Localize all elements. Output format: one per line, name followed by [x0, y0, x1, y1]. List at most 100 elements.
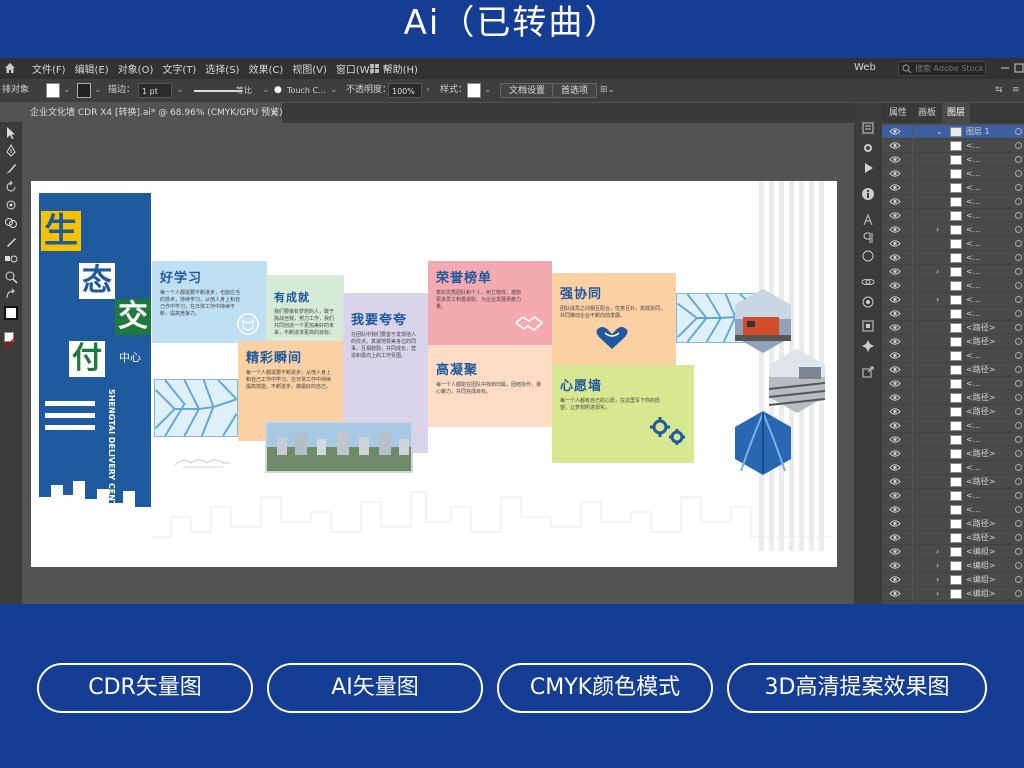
target-circle-icon[interactable] [1015, 478, 1022, 485]
visibility-eye-icon[interactable] [889, 155, 901, 164]
visibility-eye-icon[interactable] [889, 547, 901, 556]
lock-column[interactable] [912, 349, 913, 363]
visibility-eye-icon[interactable] [889, 169, 901, 178]
lock-column[interactable] [912, 419, 913, 433]
lock-column[interactable] [912, 573, 913, 587]
chevron-down-icon[interactable]: ⌄ [63, 83, 71, 98]
lock-column[interactable] [912, 181, 913, 195]
expand-arrow-icon[interactable]: › [936, 573, 939, 587]
layer-row[interactable]: <... [882, 167, 1024, 181]
brush-name[interactable]: Touch C... [287, 83, 326, 98]
layer-row[interactable]: <... [882, 349, 1024, 363]
target-circle-icon[interactable] [1015, 254, 1022, 261]
layer-row[interactable]: › <... [882, 223, 1024, 237]
chevron-down-icon[interactable]: ⌄ [94, 83, 102, 98]
visibility-eye-icon[interactable] [889, 505, 901, 514]
chevron-down-icon[interactable]: ⌄ [484, 83, 492, 98]
lock-column[interactable] [912, 433, 913, 447]
workspace-name[interactable]: Web [854, 62, 876, 73]
lock-column[interactable] [912, 265, 913, 279]
visibility-eye-icon[interactable] [889, 561, 901, 570]
home-icon[interactable] [4, 62, 16, 74]
layer-row[interactable]: <... [882, 461, 1024, 475]
visibility-eye-icon[interactable] [889, 463, 901, 472]
layer-row[interactable]: <路径> [882, 475, 1024, 489]
export-icon[interactable] [861, 365, 875, 379]
transform-icon[interactable] [861, 319, 875, 333]
settings-icon[interactable] [861, 141, 875, 155]
layer-row[interactable]: <路径> [882, 531, 1024, 545]
target-circle-icon[interactable] [1015, 268, 1022, 275]
tab-layers[interactable]: 图层 [942, 103, 971, 123]
visibility-eye-icon[interactable] [889, 589, 901, 598]
workspace-switcher-icon[interactable] [368, 61, 394, 76]
layer-row[interactable]: <... [882, 307, 1024, 321]
visibility-eye-icon[interactable] [889, 295, 901, 304]
warp-tool-icon[interactable] [4, 198, 18, 212]
target-circle-icon[interactable] [1015, 338, 1022, 345]
visibility-eye-icon[interactable] [889, 267, 901, 276]
layer-row[interactable]: <路径> [882, 363, 1024, 377]
tab-artboards[interactable]: 画板 [913, 103, 941, 123]
pen-tool-icon[interactable] [4, 144, 18, 158]
target-circle-icon[interactable] [1015, 128, 1022, 135]
expand-arrow-icon[interactable]: › [936, 293, 939, 307]
style-swatch[interactable] [467, 83, 481, 98]
layer-row[interactable]: <... [882, 377, 1024, 391]
layer-row[interactable]: <路径> [882, 447, 1024, 461]
expand-arrow-icon[interactable]: › [936, 223, 939, 237]
lock-column[interactable] [912, 545, 913, 559]
brush-tool-icon[interactable] [4, 162, 18, 176]
lock-column[interactable] [912, 251, 913, 265]
tab-properties[interactable]: 属性 [884, 103, 912, 123]
lock-column[interactable] [912, 335, 913, 349]
visibility-eye-icon[interactable] [889, 337, 901, 346]
visibility-eye-icon[interactable] [889, 351, 901, 360]
zoom-tool-icon[interactable] [4, 270, 18, 284]
lock-column[interactable] [912, 167, 913, 181]
lock-column[interactable] [912, 293, 913, 307]
target-circle-icon[interactable] [1015, 520, 1022, 527]
target-circle-icon[interactable] [1015, 198, 1022, 205]
target-circle-icon[interactable] [1015, 380, 1022, 387]
chevron-down-icon[interactable]: ⌄ [176, 83, 184, 98]
target-circle-icon[interactable] [1015, 394, 1022, 401]
expand-arrow-icon[interactable]: › [936, 265, 939, 279]
layer-row[interactable]: <路径> [882, 391, 1024, 405]
target-circle-icon[interactable] [1015, 534, 1022, 541]
layer-row[interactable]: <路径> [882, 405, 1024, 419]
target-circle-icon[interactable] [1015, 184, 1022, 191]
target-circle-icon[interactable] [1015, 352, 1022, 359]
lock-column[interactable] [912, 237, 913, 251]
visibility-eye-icon[interactable] [889, 575, 901, 584]
lock-column[interactable] [912, 391, 913, 405]
lock-column[interactable] [912, 321, 913, 335]
visibility-eye-icon[interactable] [889, 211, 901, 220]
expand-arrow-icon[interactable]: › [936, 559, 939, 573]
target-circle-icon[interactable] [1015, 156, 1022, 163]
chevron-right-icon[interactable]: › [426, 83, 430, 98]
lock-column[interactable] [912, 279, 913, 293]
layer-row[interactable]: › <编组> [882, 545, 1024, 559]
visibility-eye-icon[interactable] [889, 533, 901, 542]
target-circle-icon[interactable] [1015, 366, 1022, 373]
visibility-eye-icon[interactable] [889, 393, 901, 402]
fill-swatch[interactable] [46, 83, 60, 98]
lock-column[interactable] [912, 559, 913, 573]
visibility-eye-icon[interactable] [889, 183, 901, 192]
lock-column[interactable] [912, 447, 913, 461]
panel-menu-icon[interactable]: ≡ [1012, 83, 1020, 98]
lock-column[interactable] [912, 405, 913, 419]
menu-file[interactable]: 文件(F) [32, 61, 66, 76]
layer-row[interactable]: <... [882, 433, 1024, 447]
layer-row[interactable]: <... [882, 237, 1024, 251]
lock-column[interactable] [912, 461, 913, 475]
menu-select[interactable]: 选择(S) [205, 61, 239, 76]
layer-row[interactable]: › <编组> [882, 559, 1024, 573]
appearance-icon[interactable] [861, 295, 875, 309]
opacity-field[interactable]: 100% [388, 83, 422, 98]
target-circle-icon[interactable] [1015, 506, 1022, 513]
minimize-icon[interactable] [1000, 63, 1010, 73]
lock-column[interactable] [912, 195, 913, 209]
character-icon[interactable] [861, 213, 875, 227]
